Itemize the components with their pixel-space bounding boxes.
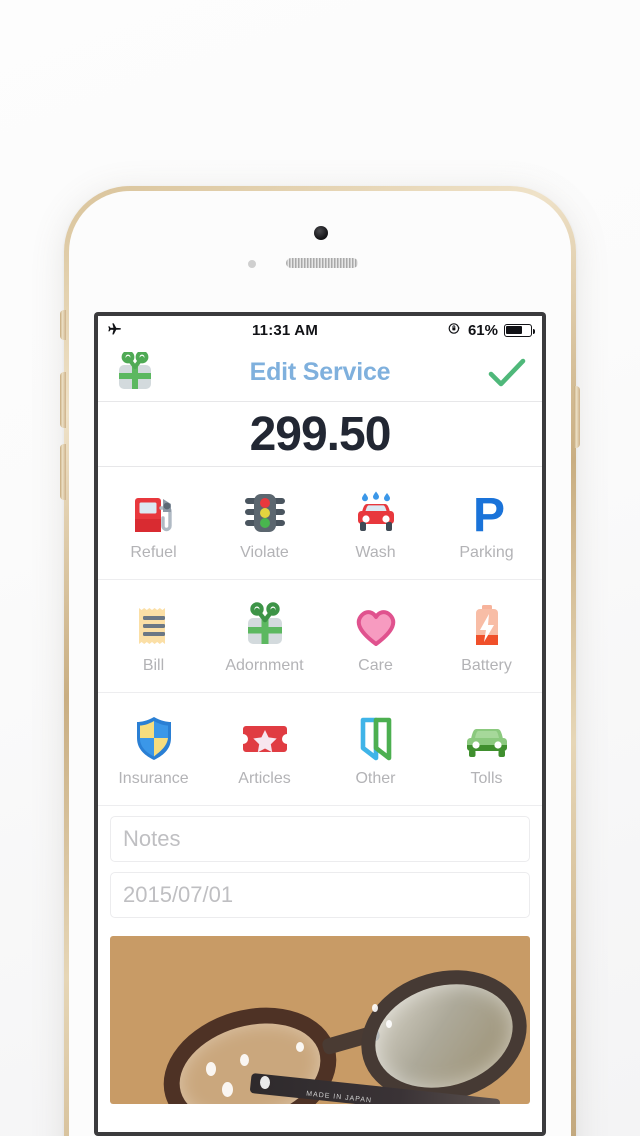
checkmark-icon bbox=[488, 358, 526, 386]
battery-icon bbox=[504, 323, 536, 337]
category-row: Bill Adornment Care Battery bbox=[98, 580, 542, 693]
gas-pump-icon bbox=[127, 484, 181, 542]
category-row: Insurance Articles Other Tolls bbox=[98, 693, 542, 806]
category-label: Insurance bbox=[118, 770, 189, 787]
category-care[interactable]: Care bbox=[320, 580, 431, 692]
power-button[interactable] bbox=[574, 386, 580, 448]
notes-placeholder: Notes bbox=[123, 826, 181, 851]
category-label: Adornment bbox=[225, 657, 304, 674]
ticket-star-icon bbox=[238, 710, 292, 768]
app-screen: 11:31 AM 61% Edit Service 299.50 Refuel … bbox=[98, 316, 542, 1132]
category-label: Tolls bbox=[470, 770, 503, 787]
category-wash[interactable]: Wash bbox=[320, 467, 431, 579]
category-other[interactable]: Other bbox=[320, 693, 431, 805]
category-adornment[interactable]: Adornment bbox=[209, 580, 320, 692]
photo-glint bbox=[386, 1020, 392, 1028]
category-refuel[interactable]: Refuel bbox=[98, 467, 209, 579]
photo-glint bbox=[296, 1042, 304, 1052]
shield-icon bbox=[127, 710, 181, 768]
form-fields: Notes 2015/07/01 bbox=[98, 806, 542, 936]
amount-value: 299.50 bbox=[249, 407, 392, 461]
gift-icon bbox=[238, 597, 292, 655]
traffic-light-icon bbox=[238, 484, 292, 542]
category-row: Refuel Violate Wash P Parking bbox=[98, 467, 542, 580]
date-placeholder: 2015/07/01 bbox=[123, 882, 234, 907]
page-title: Edit Service bbox=[249, 358, 391, 386]
photo-image: MADE IN JAPAN bbox=[110, 936, 530, 1104]
category-label: Other bbox=[355, 770, 396, 787]
category-parking[interactable]: P Parking bbox=[431, 467, 542, 579]
category-insurance[interactable]: Insurance bbox=[98, 693, 209, 805]
category-label: Articles bbox=[238, 770, 291, 787]
category-violate[interactable]: Violate bbox=[209, 467, 320, 579]
amount-row[interactable]: 299.50 bbox=[98, 402, 542, 467]
category-label: Parking bbox=[459, 544, 514, 561]
heart-icon bbox=[349, 597, 403, 655]
photo-glint bbox=[240, 1054, 249, 1066]
battery-percent-label: 61% bbox=[467, 321, 498, 339]
category-tolls[interactable]: Tolls bbox=[431, 693, 542, 805]
gift-icon bbox=[119, 351, 151, 389]
glasses-right-lens bbox=[345, 951, 530, 1104]
earpiece-speaker bbox=[286, 258, 358, 268]
volume-up-button[interactable] bbox=[60, 372, 66, 428]
screenshot-stage: 11:31 AM 61% Edit Service 299.50 Refuel … bbox=[0, 0, 640, 1136]
proximity-sensor bbox=[248, 260, 256, 268]
mute-switch[interactable] bbox=[60, 310, 66, 340]
receipt-icon bbox=[127, 597, 181, 655]
category-label: Battery bbox=[461, 657, 512, 674]
photo-glint bbox=[206, 1062, 216, 1076]
green-car-icon bbox=[460, 710, 514, 768]
status-bar: 11:31 AM 61% bbox=[98, 316, 542, 344]
parking-p-icon: P bbox=[460, 484, 514, 542]
airplane-icon bbox=[106, 320, 123, 341]
photo-glint bbox=[372, 1004, 378, 1012]
volume-down-button[interactable] bbox=[60, 444, 66, 500]
status-bar-time: 11:31 AM bbox=[251, 321, 319, 339]
rotation-lock-icon bbox=[447, 321, 462, 340]
category-label: Violate bbox=[240, 544, 289, 561]
navigation-bar: Edit Service bbox=[98, 344, 542, 402]
notes-input[interactable]: Notes bbox=[110, 816, 530, 862]
status-bar-right: 61% bbox=[447, 321, 536, 340]
battery-fill-level bbox=[506, 325, 522, 335]
category-label: Wash bbox=[355, 544, 396, 561]
photo-glint bbox=[222, 1082, 233, 1097]
svg-text:P: P bbox=[473, 489, 505, 540]
category-battery[interactable]: Battery bbox=[431, 580, 542, 692]
save-button[interactable] bbox=[486, 356, 528, 390]
status-bar-left bbox=[106, 320, 123, 341]
front-camera-icon bbox=[314, 226, 328, 240]
date-input[interactable]: 2015/07/01 bbox=[110, 872, 530, 918]
category-label: Bill bbox=[142, 657, 165, 674]
bookmark-icon bbox=[349, 710, 403, 768]
attached-photo[interactable]: MADE IN JAPAN bbox=[110, 936, 530, 1104]
category-bill[interactable]: Bill bbox=[98, 580, 209, 692]
category-articles[interactable]: Articles bbox=[209, 693, 320, 805]
category-label: Care bbox=[358, 657, 393, 674]
category-label: Refuel bbox=[130, 544, 177, 561]
nav-gift-button[interactable] bbox=[112, 351, 158, 394]
photo-glint bbox=[260, 1076, 270, 1089]
screen-bezel: 11:31 AM 61% Edit Service 299.50 Refuel … bbox=[94, 312, 546, 1136]
car-wash-icon bbox=[349, 484, 403, 542]
battery-icon bbox=[460, 597, 514, 655]
